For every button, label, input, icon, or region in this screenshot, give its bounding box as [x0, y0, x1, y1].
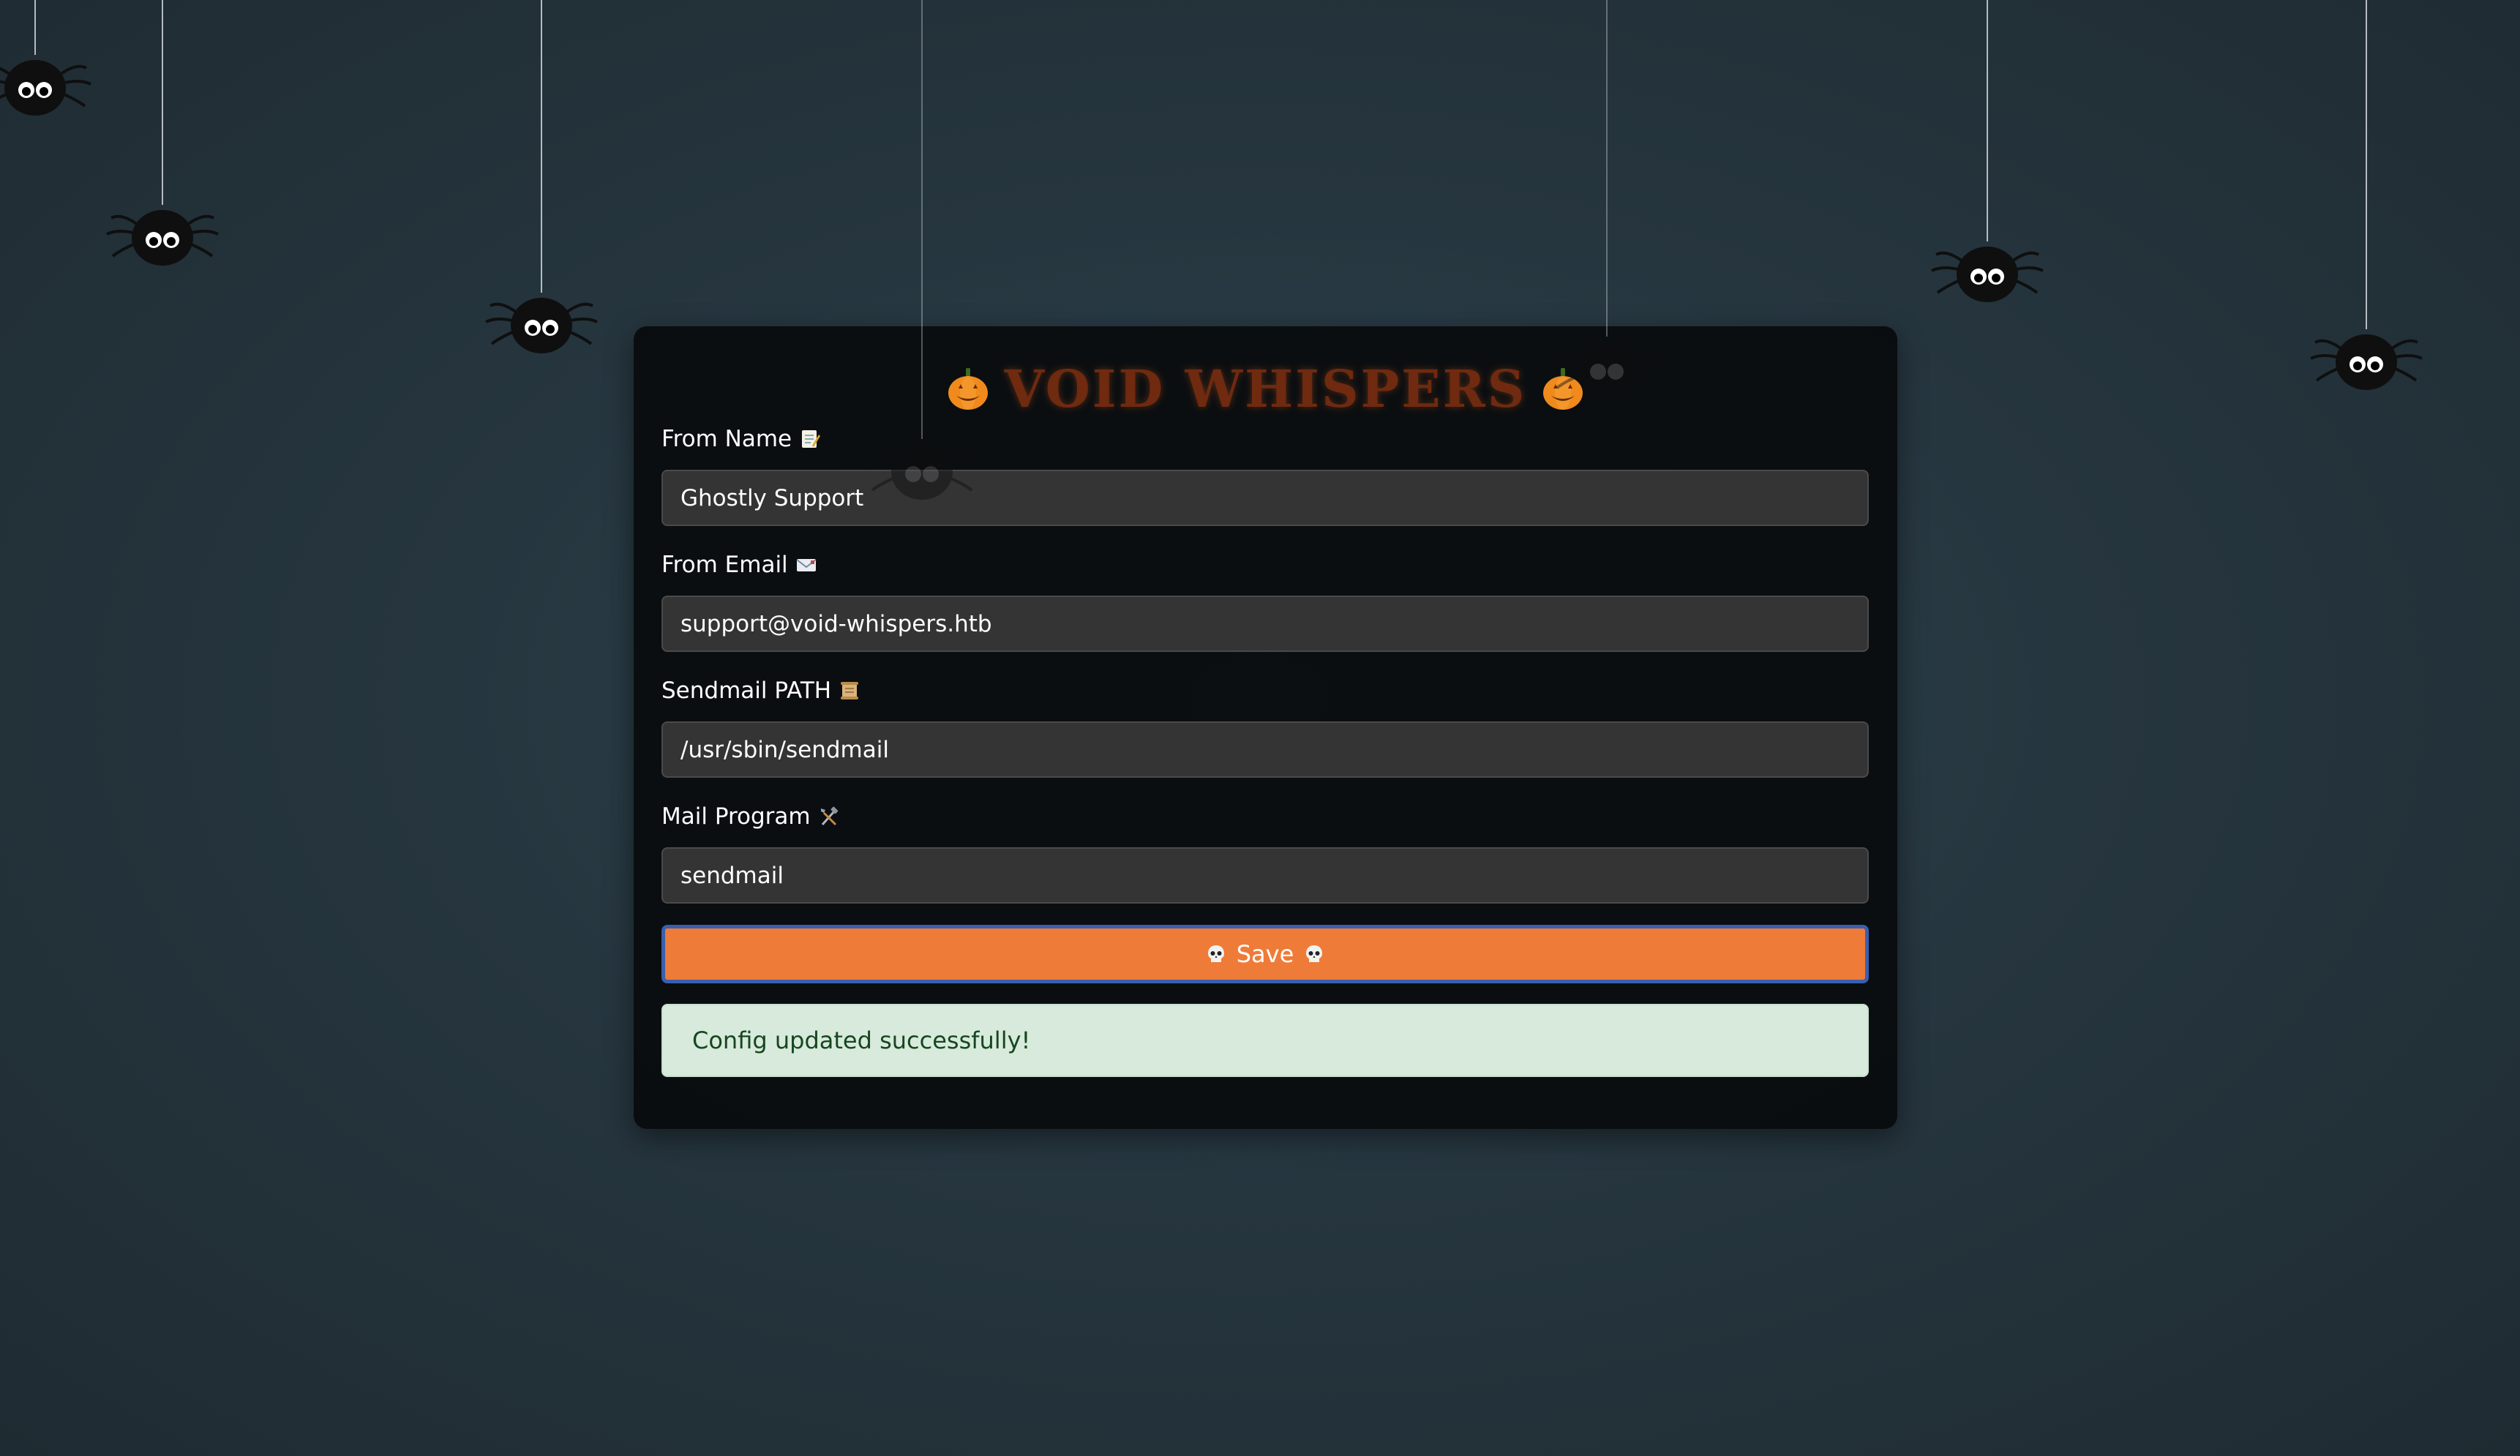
- spider-icon: [1931, 247, 2044, 302]
- scroll-icon: [839, 680, 860, 702]
- from-name-label-text: From Name: [661, 426, 792, 452]
- mail-program-label: Mail Program: [661, 803, 840, 830]
- spider-icon: [2310, 334, 2423, 390]
- spider-icon: [106, 210, 219, 266]
- from-email-input[interactable]: [661, 596, 1869, 652]
- from-email-label: From Email: [661, 552, 817, 578]
- tools-icon: [818, 806, 840, 828]
- save-button[interactable]: Save: [661, 925, 1869, 983]
- spider-icon: [0, 60, 91, 116]
- pumpkin-icon: [945, 365, 991, 412]
- skull-icon: [1304, 944, 1324, 964]
- envelope-icon: [795, 554, 817, 576]
- sendmail-path-label-text: Sendmail PATH: [661, 678, 832, 704]
- sendmail-path-input[interactable]: [661, 721, 1869, 778]
- success-alert: Config updated successfully!: [661, 1004, 1869, 1077]
- mail-program-input[interactable]: [661, 847, 1869, 904]
- mail-program-label-text: Mail Program: [661, 803, 811, 830]
- success-message: Config updated successfully!: [692, 1027, 1031, 1054]
- spider-icon: [1550, 342, 1663, 397]
- save-button-label: Save: [1236, 940, 1294, 968]
- spider-icon: [485, 298, 598, 353]
- spider-icon: [866, 444, 978, 500]
- from-name-label: From Name: [661, 426, 821, 452]
- from-name-input[interactable]: [661, 470, 1869, 526]
- app-title: VOID WHISPERS: [1004, 358, 1527, 419]
- from-email-label-text: From Email: [661, 552, 788, 578]
- page-title: VOID WHISPERS: [634, 356, 1897, 421]
- sendmail-path-label: Sendmail PATH: [661, 678, 860, 704]
- skull-icon: [1206, 944, 1226, 964]
- memo-icon: [799, 428, 821, 450]
- config-card: VOID WHISPERS From Name Ghostly Support …: [634, 326, 1897, 1129]
